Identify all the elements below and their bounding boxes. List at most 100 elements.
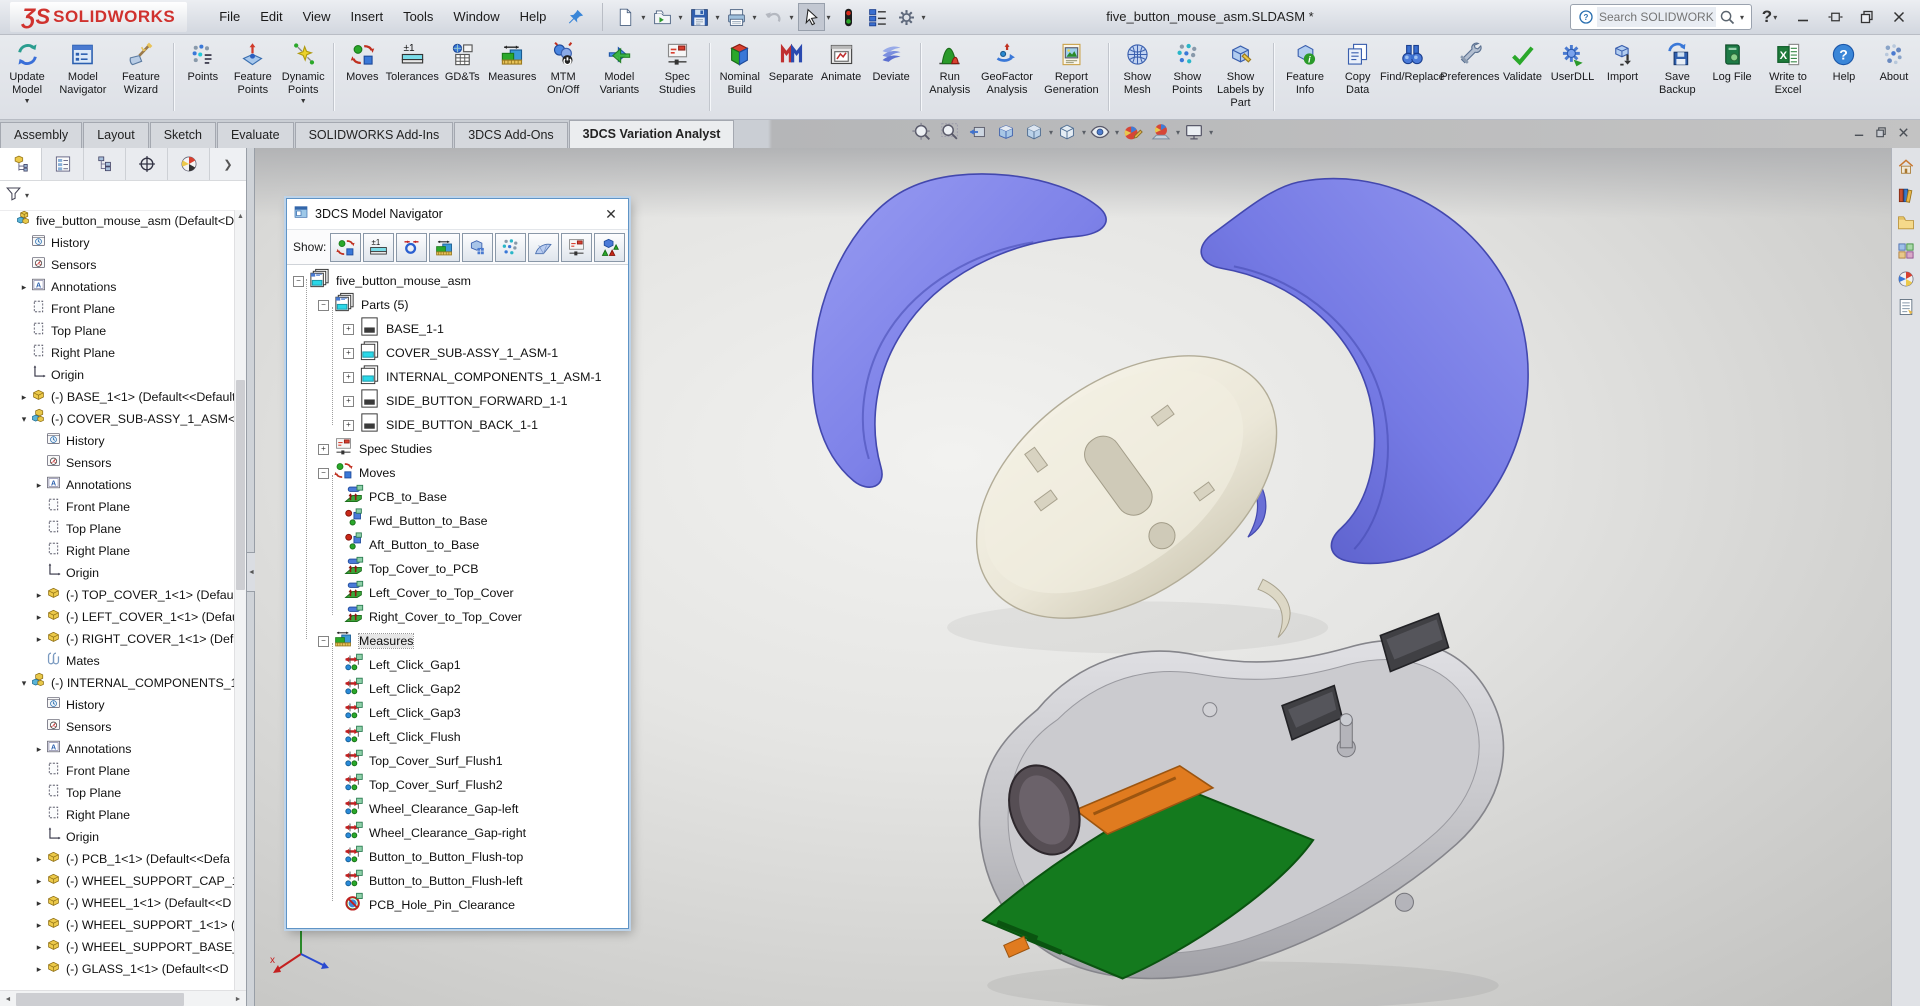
menu-help[interactable]: Help — [510, 0, 557, 34]
vertical-scroll-thumb[interactable] — [236, 380, 245, 590]
collapsed-arrow-icon[interactable]: ▸ — [33, 942, 45, 953]
panel-splitter[interactable]: ◄ — [247, 148, 255, 1006]
tree-row[interactable]: ▸(-) TOP_COVER_1<1> (Defaul — [0, 584, 235, 606]
navigator-tree-row[interactable]: Aft_Button_to_Base — [287, 533, 628, 557]
tree-row[interactable]: ▸(-) BASE_1<1> (Default<<Default: — [0, 386, 235, 408]
tree-row[interactable]: ▸(-) LEFT_COVER_1<1> (Defau — [0, 606, 235, 628]
menu-window[interactable]: Window — [443, 0, 509, 34]
animate-button[interactable]: Animate — [816, 35, 866, 119]
navigator-tree-row[interactable]: −Measures — [287, 629, 628, 653]
model-navigator-button[interactable]: Model Navigator — [53, 35, 113, 119]
navigator-tree-row[interactable]: +SIDE_BUTTON_FORWARD_1-1 — [287, 389, 628, 413]
doc-minimize-button[interactable] — [1848, 122, 1870, 142]
collapsed-arrow-icon[interactable]: ▸ — [33, 612, 45, 623]
mtm-on-off-button[interactable]: MTM On/Off — [537, 35, 589, 119]
panel-tab-propertymanager[interactable] — [42, 148, 84, 180]
tree-row[interactable]: Origin — [0, 826, 235, 848]
select-cursor-caret-icon[interactable]: ▾ — [827, 13, 831, 22]
view-orientation-button[interactable] — [1020, 121, 1048, 143]
navigator-tree-row[interactable]: Top_Cover_to_PCB — [287, 557, 628, 581]
doc-close-button[interactable] — [1892, 122, 1914, 142]
navigator-tree-row[interactable]: PCB_to_Base — [287, 485, 628, 509]
edit-appearance-button[interactable] — [1119, 121, 1147, 143]
navigator-tree-row[interactable]: Button_to_Button_Flush-top — [287, 845, 628, 869]
feature-tree-horizontal-scrollbar[interactable]: ◄ ► — [0, 990, 246, 1006]
tab-sketch[interactable]: Sketch — [150, 122, 216, 148]
navigator-tree-row[interactable]: Left_Click_Gap2 — [287, 677, 628, 701]
tree-row[interactable]: Sensors — [0, 254, 235, 276]
new-document-button[interactable] — [612, 3, 639, 31]
tree-row[interactable]: Front Plane — [0, 298, 235, 320]
tree-row[interactable]: ▸(-) GLASS_1<1> (Default<<D — [0, 958, 235, 980]
collapsed-arrow-icon[interactable]: ▸ — [33, 964, 45, 975]
tree-row[interactable]: Mates — [0, 650, 235, 672]
rebuild-traffic-light-button[interactable] — [835, 3, 862, 31]
tree-row[interactable]: ▸AAnnotations — [0, 474, 235, 496]
show-labels-by-part-button[interactable]: Show Labels by Part — [1212, 35, 1268, 119]
collapsed-arrow-icon[interactable]: ▸ — [33, 590, 45, 601]
navigator-tree-row[interactable]: Top_Cover_Surf_Flush1 — [287, 749, 628, 773]
tab-layout[interactable]: Layout — [83, 122, 149, 148]
menu-tools[interactable]: Tools — [393, 0, 443, 34]
navigator-close-button[interactable]: ✕ — [600, 203, 622, 225]
search-icon[interactable] — [1719, 9, 1736, 26]
horizontal-scroll-thumb[interactable] — [16, 993, 184, 1006]
tree-row[interactable]: ▸(-) RIGHT_COVER_1<1> (Defa — [0, 628, 235, 650]
window-minimize-button[interactable] — [1790, 4, 1816, 30]
run-analysis-button[interactable]: Run Analysis — [925, 35, 975, 119]
expand-box-icon[interactable]: + — [343, 396, 354, 407]
window-close-button[interactable] — [1886, 4, 1912, 30]
filter-funnel-icon[interactable] — [4, 184, 23, 208]
expanded-arrow-icon[interactable]: ▾ — [18, 678, 30, 689]
panel-tab-configurationmanager[interactable] — [84, 148, 126, 180]
measures-button[interactable]: Measures — [487, 35, 537, 119]
open-document-button[interactable] — [649, 3, 676, 31]
show-points-button[interactable] — [495, 233, 526, 262]
tree-row[interactable]: Top Plane — [0, 782, 235, 804]
save-document-caret-icon[interactable]: ▾ — [715, 13, 719, 22]
deviate-button[interactable]: Deviate — [866, 35, 916, 119]
import-button[interactable]: Import — [1597, 35, 1647, 119]
scroll-left-arrow[interactable]: ◄ — [0, 991, 16, 1006]
tree-row[interactable]: ▸(-) WHEEL_SUPPORT_1<1> (D — [0, 914, 235, 936]
collapse-box-icon[interactable]: − — [318, 468, 329, 479]
file-explorer-button[interactable] — [1894, 210, 1918, 235]
tree-row[interactable]: Right Plane — [0, 804, 235, 826]
doc-restore-button[interactable] — [1870, 122, 1892, 142]
feature-tree-vertical-scrollbar[interactable]: ▲ — [234, 210, 246, 991]
panel-tab-overflow-button[interactable]: ❯ — [210, 148, 246, 180]
navigator-tree-row[interactable]: Left_Click_Gap3 — [287, 701, 628, 725]
show-gdts-button[interactable] — [396, 233, 427, 262]
zoom-to-fit-button[interactable] — [908, 121, 936, 143]
feature-points-button[interactable]: Feature Points — [228, 35, 278, 119]
expand-box-icon[interactable]: + — [343, 324, 354, 335]
dynamic-points-button[interactable]: Dynamic Points▼ — [278, 35, 329, 119]
tree-row[interactable]: Right Plane — [0, 540, 235, 562]
gd-ts-button[interactable]: GD&Ts — [437, 35, 487, 119]
print-document-caret-icon[interactable]: ▾ — [752, 13, 756, 22]
filter-caret-icon[interactable]: ▾ — [25, 191, 29, 200]
help-search-box[interactable]: ? ▾ — [1570, 4, 1752, 30]
model-navigator-window[interactable]: 3DCS Model Navigator ✕ Show: ±1 −five_bu… — [286, 198, 629, 929]
scroll-right-arrow[interactable]: ► — [230, 991, 246, 1006]
collapsed-arrow-icon[interactable]: ▸ — [33, 898, 45, 909]
tree-row[interactable]: ▸(-) WHEEL_SUPPORT_BASE_1 — [0, 936, 235, 958]
tab-assembly[interactable]: Assembly — [0, 122, 82, 148]
feature-info-button[interactable]: iFeature Info — [1277, 35, 1332, 119]
search-caret-icon[interactable]: ▾ — [1740, 13, 1744, 22]
collapse-box-icon[interactable]: − — [318, 636, 329, 647]
save-backup-button[interactable]: Save Backup — [1647, 35, 1707, 119]
design-library-button[interactable] — [1894, 182, 1918, 207]
navigator-tree-row[interactable]: +COVER_SUB-ASSY_1_ASM-1 — [287, 341, 628, 365]
hide-show-items-button[interactable] — [1086, 121, 1114, 143]
navigator-tree-row[interactable]: Left_Cover_to_Top_Cover — [287, 581, 628, 605]
validate-button[interactable]: Validate — [1497, 35, 1547, 119]
collapsed-arrow-icon[interactable]: ▸ — [33, 634, 45, 645]
navigator-tree-row[interactable]: Left_Click_Flush — [287, 725, 628, 749]
collapsed-arrow-icon[interactable]: ▸ — [33, 744, 45, 755]
preferences-button[interactable]: Preferences — [1442, 35, 1497, 119]
new-document-caret-icon[interactable]: ▾ — [641, 13, 645, 22]
navigator-tree-row[interactable]: Wheel_Clearance_Gap-right — [287, 821, 628, 845]
tab-3dcs-variation-analyst[interactable]: 3DCS Variation Analyst — [569, 120, 735, 148]
tree-row[interactable]: ▾(-) COVER_SUB-ASSY_1_ASM<1> — [0, 408, 235, 430]
